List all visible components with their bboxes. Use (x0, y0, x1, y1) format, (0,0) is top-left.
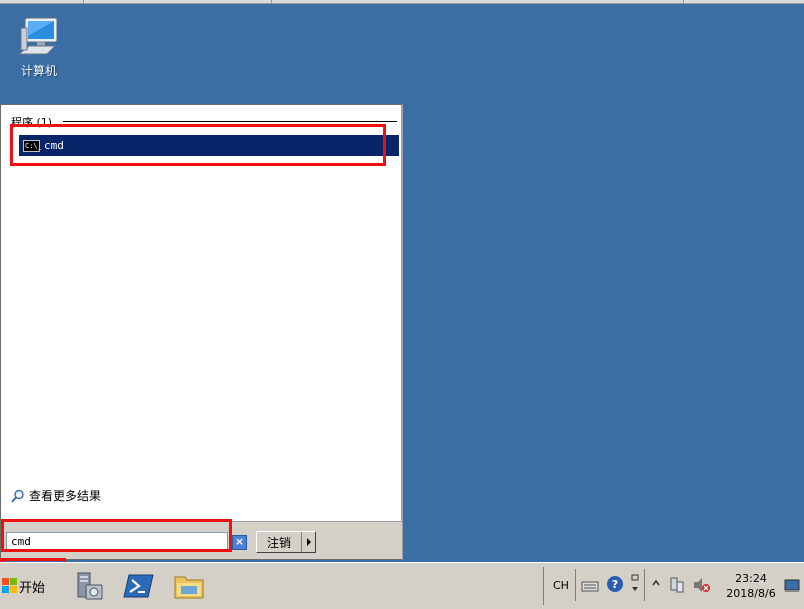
svg-text:?: ? (612, 578, 618, 591)
close-icon: × (234, 535, 245, 548)
start-button[interactable]: 开始 (2, 569, 60, 603)
system-tray: CH ? 23:24 2018/8/6 (543, 567, 801, 605)
language-indicator[interactable]: CH (553, 579, 569, 592)
highlight-box-search (1, 519, 232, 552)
start-menu: 程序 (1) C:\_ cmd 查看更多结果 cmd × 注销 (0, 104, 403, 560)
clock-time: 23:24 (735, 572, 767, 585)
highlight-box-result (10, 124, 386, 166)
computer-icon (15, 14, 63, 60)
tray-separator (644, 569, 645, 601)
volume-muted-icon[interactable] (692, 576, 712, 597)
logoff-button[interactable]: 注销 (256, 531, 316, 553)
desktop-icon-label: 计算机 (20, 64, 57, 78)
taskbar: 开始 CH ? 23:24 2018/8/6 (0, 562, 804, 609)
see-more-results-link[interactable]: 查看更多结果 (11, 487, 101, 504)
windows-logo-icon (2, 578, 18, 594)
powershell-icon[interactable] (122, 569, 156, 603)
clock-date: 2018/8/6 (726, 587, 776, 600)
show-desktop-icon[interactable] (784, 579, 800, 596)
tray-separator (575, 569, 576, 601)
tray-clock[interactable]: 23:24 2018/8/6 (720, 571, 782, 601)
help-icon[interactable]: ? (606, 575, 624, 596)
keyboard-icon[interactable] (580, 575, 600, 598)
chevron-up-icon[interactable] (651, 577, 661, 592)
desktop-icon-computer[interactable]: 计算机 (8, 14, 70, 79)
network-icon[interactable] (668, 576, 686, 597)
magnifier-icon (11, 489, 24, 503)
clear-search-button[interactable]: × (232, 535, 247, 550)
logoff-label: 注销 (266, 535, 291, 550)
explorer-icon[interactable] (172, 569, 206, 603)
section-divider (63, 121, 397, 122)
window-frame-strip (0, 0, 804, 4)
see-more-label: 查看更多结果 (29, 489, 102, 503)
start-label: 开始 (19, 580, 46, 596)
chevron-right-icon[interactable] (301, 532, 315, 552)
server-manager-icon[interactable] (72, 569, 106, 603)
chevron-down-icon[interactable] (630, 571, 640, 602)
